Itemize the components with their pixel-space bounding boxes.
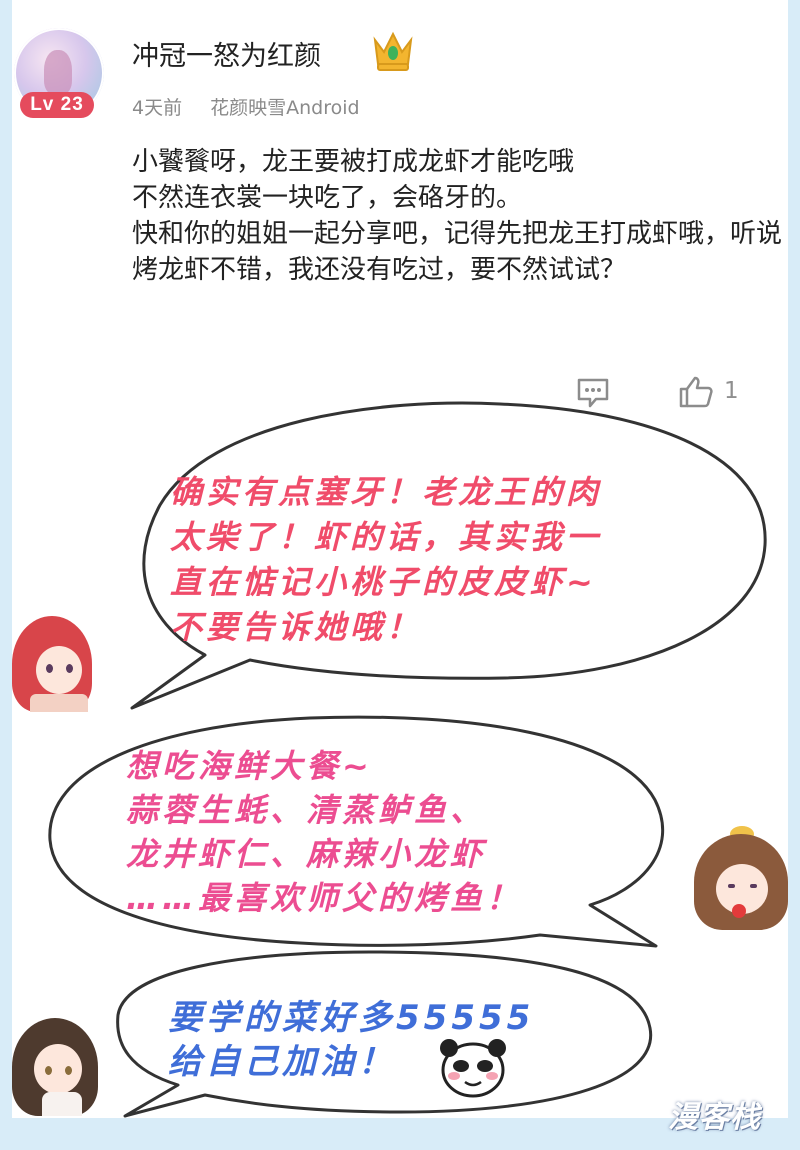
panda-meme-icon <box>440 1039 506 1098</box>
bubble-text-3: 要学的菜好多55555 给自己加油！ <box>168 998 535 1082</box>
crown-icon <box>373 31 413 71</box>
comment-time: 4天前 <box>132 97 183 119</box>
character-dark-hair <box>12 1018 98 1116</box>
watermark: 漫客栈 <box>668 1100 761 1135</box>
level-badge: Lv 23 <box>20 92 94 118</box>
character-red-hair <box>12 616 92 712</box>
comment-bubble-icon[interactable] <box>576 377 610 409</box>
bubble-text-1: 确实有点塞牙！老龙王的肉 太柴了！虾的话，其实我一 直在惦记小桃子的皮皮虾~ 不… <box>170 473 603 646</box>
avatar-figure <box>44 50 72 94</box>
comment-meta: 4天前 花颜映雪Android <box>132 93 382 120</box>
thumbs-up-icon[interactable] <box>678 375 714 409</box>
comment-text: 小饕餮呀，龙王要被打成龙虾才能吃哦 不然连衣裳一块吃了，会硌牙的。 快和你的姐姐… <box>132 147 783 285</box>
bubble-text-2: 想吃海鲜大餐~ 蒜蓉生蚝、清蒸鲈鱼、 龙井虾仁、麻辣小龙虾 ……最喜欢师父的烤鱼… <box>126 747 523 917</box>
character-brown-hair <box>694 826 788 930</box>
like-count: 1 <box>724 378 739 404</box>
username[interactable]: 冲冠一怒为红颜 <box>132 34 321 73</box>
comment-client: 花颜映雪Android <box>210 97 360 119</box>
